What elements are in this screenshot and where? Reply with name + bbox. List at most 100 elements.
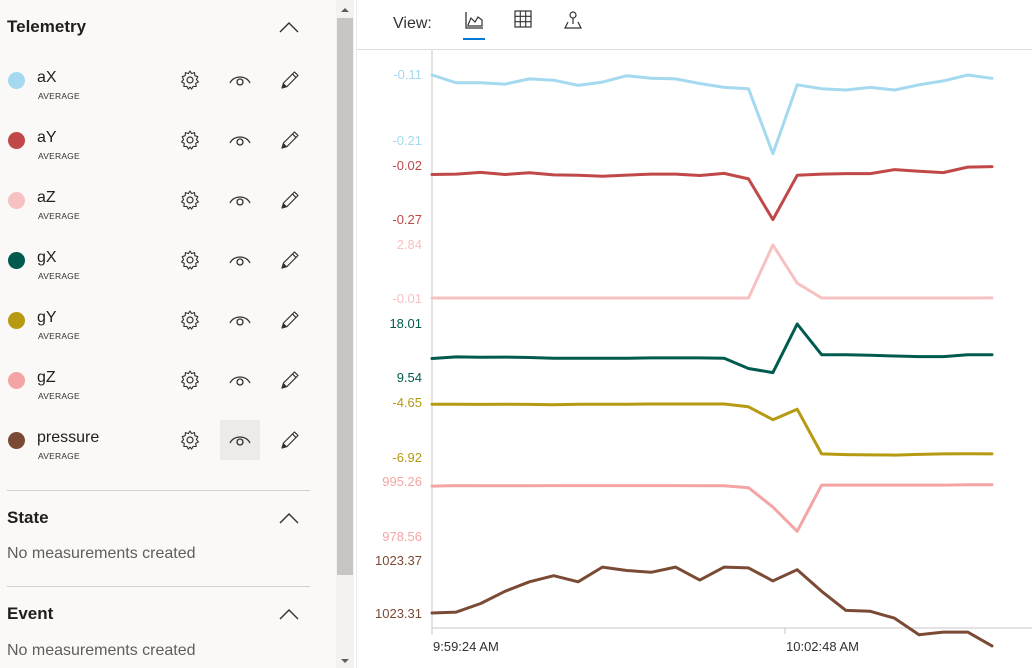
- event-section-header[interactable]: Event: [0, 594, 310, 634]
- series-line-aZ[interactable]: [430, 243, 994, 300]
- view-toolbar: View:: [357, 0, 1032, 50]
- telemetry-item-name: aZ: [37, 189, 56, 206]
- series-line-aX[interactable]: [430, 73, 994, 156]
- telemetry-item-aggregation: AVERAGE: [38, 451, 80, 461]
- series-line-gZ[interactable]: [430, 483, 994, 533]
- settings-button[interactable]: [170, 240, 210, 280]
- y-tick-label: -6.92: [392, 450, 422, 465]
- y-tick-label: 1023.37: [375, 553, 422, 568]
- series-line-gX[interactable]: [430, 322, 994, 375]
- line-chart-view-button[interactable]: [462, 10, 486, 40]
- divider: [7, 586, 310, 587]
- x-tick-label: 9:59:24 AM: [433, 639, 499, 654]
- series-line-pressure[interactable]: [430, 565, 994, 648]
- eye-icon: [229, 73, 251, 87]
- settings-button[interactable]: [170, 120, 210, 160]
- gear-icon: [179, 429, 201, 451]
- divider: [7, 490, 310, 491]
- telemetry-item-aY[interactable]: aY AVERAGE: [0, 120, 310, 180]
- chevron-up-icon[interactable]: [276, 601, 302, 627]
- chevron-up-icon[interactable]: [276, 505, 302, 531]
- visibility-button[interactable]: [220, 240, 260, 280]
- visibility-button[interactable]: [220, 360, 260, 400]
- edit-button[interactable]: [270, 300, 310, 340]
- visibility-button[interactable]: [220, 120, 260, 160]
- scrollbar[interactable]: [336, 0, 354, 668]
- gear-icon: [179, 249, 201, 271]
- line-chart-icon: [465, 12, 483, 29]
- settings-button[interactable]: [170, 360, 210, 400]
- eye-icon: [229, 433, 251, 447]
- telemetry-item-aX[interactable]: aX AVERAGE: [0, 60, 310, 120]
- eye-icon: [229, 253, 251, 267]
- telemetry-item-name: aY: [37, 129, 57, 146]
- state-empty-message: No measurements created: [7, 545, 196, 562]
- edit-button[interactable]: [270, 240, 310, 280]
- y-tick-label: -0.27: [392, 212, 422, 227]
- edit-button[interactable]: [270, 420, 310, 460]
- gear-icon: [179, 129, 201, 151]
- visibility-button[interactable]: [220, 420, 260, 460]
- telemetry-item-name: gY: [37, 309, 57, 326]
- telemetry-item-aZ[interactable]: aZ AVERAGE: [0, 180, 310, 240]
- telemetry-item-name: aX: [37, 69, 57, 86]
- settings-button[interactable]: [170, 300, 210, 340]
- telemetry-item-pressure[interactable]: pressure AVERAGE: [0, 420, 310, 480]
- map-view-button[interactable]: [561, 10, 585, 38]
- telemetry-section-header[interactable]: Telemetry: [0, 7, 310, 47]
- series-color-swatch: [8, 432, 25, 449]
- telemetry-item-gX[interactable]: gX AVERAGE: [0, 240, 310, 300]
- settings-button[interactable]: [170, 420, 210, 460]
- series-color-swatch: [8, 192, 25, 209]
- settings-button[interactable]: [170, 180, 210, 220]
- chevron-up-icon[interactable]: [276, 14, 302, 40]
- visibility-button[interactable]: [220, 180, 260, 220]
- telemetry-chart[interactable]: -0.11 -0.21 -0.02 -0.27 2.84 -0.01 18.01 9.54 -4…: [357, 50, 1032, 668]
- series-color-swatch: [8, 132, 25, 149]
- telemetry-item-aggregation: AVERAGE: [38, 271, 80, 281]
- state-section-header[interactable]: State: [0, 498, 310, 538]
- visibility-button[interactable]: [220, 300, 260, 340]
- scroll-down-icon[interactable]: [340, 656, 350, 666]
- scroll-up-icon[interactable]: [340, 5, 350, 15]
- series-color-swatch: [8, 312, 25, 329]
- state-title: State: [7, 508, 49, 527]
- settings-button[interactable]: [170, 60, 210, 100]
- telemetry-item-gY[interactable]: gY AVERAGE: [0, 300, 310, 360]
- pencil-icon: [279, 309, 301, 331]
- view-label: View:: [393, 15, 432, 32]
- telemetry-title: Telemetry: [7, 17, 87, 36]
- telemetry-item-aggregation: AVERAGE: [38, 151, 80, 161]
- eye-icon: [229, 133, 251, 147]
- edit-button[interactable]: [270, 120, 310, 160]
- visibility-button[interactable]: [220, 60, 260, 100]
- measurements-panel: Telemetry aX AVERAGE aY AVERAGE aZ AVERAGE gX A…: [0, 0, 336, 668]
- series-color-swatch: [8, 252, 25, 269]
- grid-view-button[interactable]: [511, 10, 535, 38]
- y-tick-label: 978.56: [382, 529, 422, 544]
- x-tick-label: 10:02:48 AM: [786, 639, 859, 654]
- edit-button[interactable]: [270, 360, 310, 400]
- edit-button[interactable]: [270, 60, 310, 100]
- pencil-icon: [279, 189, 301, 211]
- series-color-swatch: [8, 72, 25, 89]
- telemetry-item-gZ[interactable]: gZ AVERAGE: [0, 360, 310, 420]
- scroll-thumb[interactable]: [337, 18, 353, 575]
- chart-panel: View: -0.11 -0.21 -0.02 -0.27 2.84 -0.01 18.01…: [356, 0, 1032, 668]
- telemetry-item-name: gZ: [37, 369, 56, 386]
- edit-button[interactable]: [270, 180, 310, 220]
- series-line-gY[interactable]: [430, 402, 994, 457]
- series-line-aY[interactable]: [430, 165, 994, 222]
- eye-icon: [229, 313, 251, 327]
- eye-icon: [229, 373, 251, 387]
- y-tick-label: 2.84: [397, 237, 422, 252]
- event-empty-message: No measurements created: [7, 642, 196, 659]
- gear-icon: [179, 189, 201, 211]
- gear-icon: [179, 309, 201, 331]
- gear-icon: [179, 69, 201, 91]
- pencil-icon: [279, 69, 301, 91]
- y-tick-label: -0.11: [393, 67, 422, 82]
- series-color-swatch: [8, 372, 25, 389]
- telemetry-item-aggregation: AVERAGE: [38, 331, 80, 341]
- y-tick-label: -0.21: [392, 133, 422, 148]
